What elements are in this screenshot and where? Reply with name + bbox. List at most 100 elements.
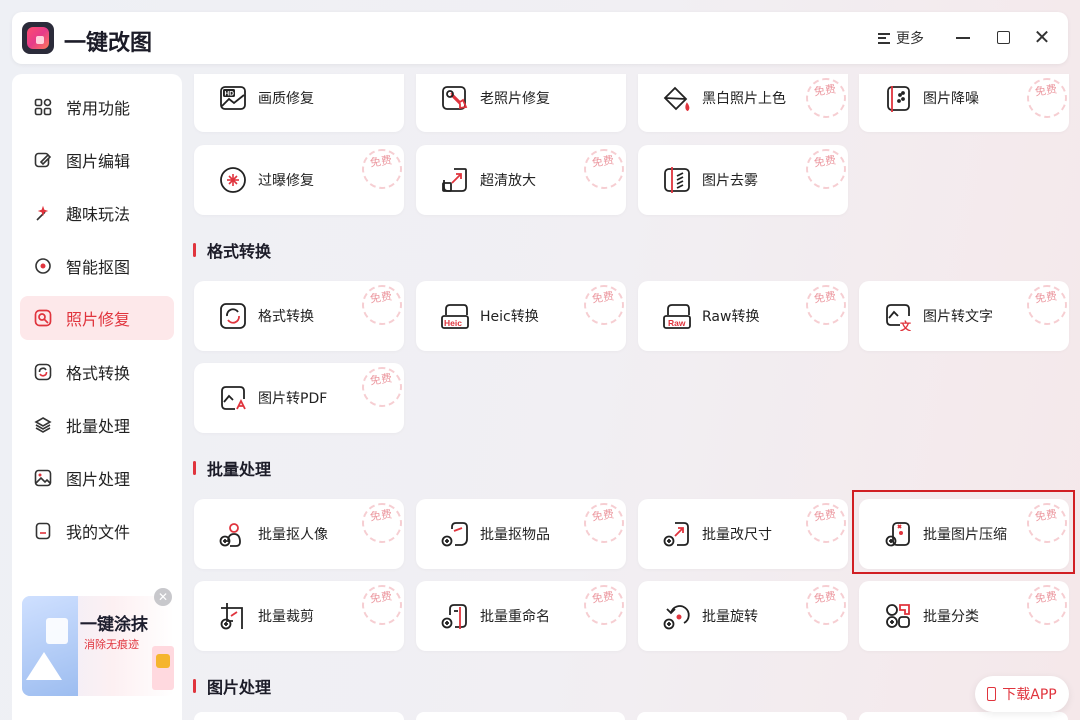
sidebar-item-convert[interactable]: 格式转换 — [20, 350, 174, 394]
tool-label: 黑白照片上色 — [702, 91, 786, 107]
repair-icon — [34, 309, 52, 327]
tool-label: 批量分类 — [923, 609, 979, 625]
tool-card[interactable]: 免费 批量抠人像 — [194, 499, 405, 569]
sidebar-item-fun[interactable]: 趣味玩法 — [20, 191, 174, 235]
svg-text:Heic: Heic — [444, 318, 462, 328]
free-badge: 免费 — [581, 146, 627, 192]
tool-card[interactable]: 免费 黑白照片上色 — [638, 74, 849, 132]
sidebar-item-label: 图片处理 — [66, 470, 131, 489]
title-bar: 一键改图 更多 ✕ — [12, 12, 1068, 64]
download-label: 下载APP — [1002, 687, 1057, 703]
sidebar-item-files[interactable]: 我的文件 — [20, 509, 174, 553]
promo-subtitle: 消除无痕迹 — [84, 638, 139, 651]
tool-card[interactable]: 免费 批量抠物品 — [416, 499, 627, 569]
sidebar-item-label: 我的文件 — [66, 523, 131, 542]
denoise-icon — [883, 84, 913, 114]
tool-card[interactable]: 免费 批量旋转 — [638, 581, 849, 651]
tool-label: 图片去雾 — [702, 173, 758, 189]
more-button[interactable]: 更多 — [878, 28, 924, 48]
tool-card[interactable]: 免费 批量重命名 — [416, 581, 627, 651]
tool-card[interactable]: 免费 过曝修复 — [194, 145, 405, 215]
sidebar-item-image[interactable]: 图片处理 — [20, 456, 174, 500]
sidebar-item-batch[interactable]: 批量处理 — [20, 403, 174, 447]
promo-illustration — [22, 596, 78, 696]
tool-card[interactable]: 免费 文 图片转文字 — [859, 281, 1070, 351]
tool-label: 老照片修复 — [480, 91, 550, 107]
free-badge: 免费 — [803, 75, 849, 121]
tool-card[interactable]: 老照片修复 — [416, 74, 626, 132]
layers-icon — [34, 416, 52, 434]
upscale-icon — [440, 165, 470, 195]
sidebar-item-label: 批量处理 — [66, 417, 131, 436]
tool-label: Raw转换 — [702, 309, 760, 325]
dehaze-icon — [662, 165, 692, 195]
tool-card[interactable]: 免费 格式转换 — [194, 281, 405, 351]
free-badge: 免费 — [359, 582, 405, 628]
tool-card[interactable]: 免费 图片降噪 — [859, 74, 1070, 132]
free-badge: 免费 — [581, 282, 627, 328]
tool-label: 批量抠人像 — [258, 527, 328, 543]
sidebar-item-label: 智能抠图 — [66, 258, 131, 277]
file-icon — [34, 522, 52, 540]
tool-card[interactable]: 免费 图片去雾 — [638, 145, 849, 215]
tool-label: 批量抠物品 — [480, 527, 550, 543]
sidebar-item-label: 图片编辑 — [66, 152, 131, 171]
promo-banner[interactable]: 一键涂抹 消除无痕迹 — [22, 596, 174, 696]
magic-icon — [34, 204, 52, 222]
tool-label: 超清放大 — [480, 173, 536, 189]
close-icon[interactable]: ✕ — [1031, 26, 1053, 48]
image-to-text-icon: 文 — [883, 301, 913, 331]
svg-text:文: 文 — [900, 319, 912, 331]
free-badge: 免费 — [359, 500, 405, 546]
sidebar-item-edit[interactable]: 图片编辑 — [20, 138, 174, 182]
tool-label: 批量旋转 — [702, 609, 758, 625]
tool-card[interactable]: HD 画质修复 — [194, 74, 404, 132]
sidebar-item-label: 趣味玩法 — [66, 205, 131, 224]
section-title-format: 格式转换 — [193, 238, 271, 262]
format-convert-icon — [218, 301, 248, 331]
grid-icon — [34, 98, 52, 116]
tool-card[interactable]: 免费 Raw Raw转换 — [638, 281, 849, 351]
sidebar-item-label: 格式转换 — [66, 364, 131, 383]
tool-card[interactable]: 免费 图片转PDF — [194, 363, 405, 433]
promo-card-art — [152, 646, 174, 690]
tool-label: Heic转换 — [480, 309, 539, 325]
sidebar-item-repair[interactable]: 照片修复 — [20, 296, 174, 340]
bottom-partial-cards — [194, 712, 1068, 720]
app-logo — [22, 22, 54, 54]
batch-classify-icon — [883, 601, 913, 631]
batch-object-cutout-icon — [440, 519, 470, 549]
convert-icon — [34, 363, 52, 381]
free-badge: 免费 — [803, 582, 849, 628]
batch-rename-icon — [440, 601, 470, 631]
sidebar-item-cutout[interactable]: 智能抠图 — [20, 244, 174, 288]
free-badge: 免费 — [1024, 582, 1070, 628]
tool-card[interactable]: 免费 批量改尺寸 — [638, 499, 849, 569]
sidebar: 常用功能 图片编辑 趣味玩法 智能抠图 照片修复 格式转换 批量处理 图片处理 … — [12, 74, 182, 720]
tool-card[interactable]: 免费 批量裁剪 — [194, 581, 405, 651]
free-badge: 免费 — [803, 282, 849, 328]
sidebar-item-common[interactable]: 常用功能 — [20, 85, 174, 129]
batch-resize-icon — [662, 519, 692, 549]
svg-text:HD: HD — [225, 91, 235, 98]
download-app-button[interactable]: 下载APP — [975, 676, 1069, 712]
tool-card[interactable]: 免费 Heic Heic转换 — [416, 281, 627, 351]
free-badge: 免费 — [359, 282, 405, 328]
free-badge: 免费 — [1024, 75, 1070, 121]
batch-crop-icon — [218, 601, 248, 631]
maximize-icon[interactable] — [992, 26, 1014, 48]
minimize-icon[interactable] — [952, 26, 974, 48]
colorize-icon — [662, 84, 692, 114]
sidebar-item-label: 照片修复 — [66, 310, 131, 329]
tool-label: 批量裁剪 — [258, 609, 314, 625]
tool-card[interactable]: 免费 超清放大 — [416, 145, 627, 215]
tool-label: 批量重命名 — [480, 609, 550, 625]
promo-close-icon[interactable]: ✕ — [154, 588, 172, 606]
tool-card[interactable]: 免费 批量分类 — [859, 581, 1070, 651]
cutout-icon — [34, 257, 52, 275]
free-badge: 免费 — [359, 364, 405, 410]
image-to-pdf-icon — [218, 383, 248, 413]
tool-card[interactable]: 免费 批量图片压缩 — [859, 499, 1070, 569]
svg-text:Raw: Raw — [668, 318, 686, 328]
tool-label: 格式转换 — [258, 309, 314, 325]
